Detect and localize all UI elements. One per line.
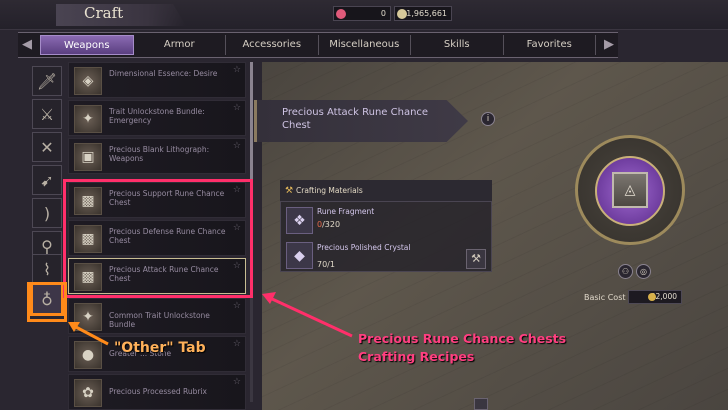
tab-weapons[interactable]: Weapons xyxy=(40,35,134,55)
list-item[interactable]: ✦ Common Trait Unlockstone Bundle ☆ xyxy=(68,298,246,334)
chests-annotation: Precious Rune Chance Chests Crafting Rec… xyxy=(358,331,567,364)
rune-fragment-icon: ❖ xyxy=(286,207,313,234)
page-title: Craft xyxy=(84,4,124,22)
tab-skills[interactable]: Skills xyxy=(411,35,504,55)
silver-coin-icon xyxy=(397,9,407,19)
favorite-star-icon[interactable]: ☆ xyxy=(233,301,241,311)
list-item[interactable]: ▣ Precious Blank Lithograph: Weapons ☆ xyxy=(68,138,246,174)
other-tab-highlight xyxy=(27,282,67,322)
lithograph-icon: ▣ xyxy=(74,143,102,171)
longbow-icon[interactable]: ) xyxy=(32,198,62,228)
favorite-star-icon[interactable]: ☆ xyxy=(233,65,241,75)
tab-miscellaneous[interactable]: Miscellaneous xyxy=(319,35,411,55)
tab-armor[interactable]: Armor xyxy=(134,35,226,55)
gem-icon xyxy=(336,9,346,19)
craft-material-button[interactable]: ⚒ xyxy=(466,249,486,269)
trade-icon[interactable]: ◎ xyxy=(636,264,651,279)
bottom-button[interactable] xyxy=(474,398,488,410)
recipe-title: Precious Attack Rune Chance Chest xyxy=(282,107,429,131)
favorite-star-icon[interactable]: ☆ xyxy=(233,339,241,349)
essence-icon: ◈ xyxy=(74,67,102,95)
chest-recipes-highlight xyxy=(63,179,253,298)
silver-amount: 1,965,661 xyxy=(406,9,447,18)
weapon-type-sidebar: 🗡 ⚔ ✕ ➹ ) ⚲ ⌇ ♁ xyxy=(30,64,66,384)
other-tab-annotation: "Other" Tab xyxy=(114,340,206,356)
bundle-icon: ✦ xyxy=(74,303,102,331)
material-row[interactable]: ◆ Precious Polished Crystal 70/1 xyxy=(280,240,492,274)
cost-label: Basic Cost xyxy=(584,293,626,302)
tab-prev-icon[interactable]: ◀ xyxy=(18,36,36,54)
gem-currency: 0 xyxy=(333,6,391,21)
gem-amount: 0 xyxy=(380,9,386,18)
info-icon[interactable]: i xyxy=(481,112,495,126)
list-item[interactable]: ◈ Dimensional Essence: Desire ☆ xyxy=(68,62,246,98)
list-item[interactable]: ✿ Precious Processed Rubrix ☆ xyxy=(68,374,246,410)
category-tabs: ◀ Weapons Armor Accessories Miscellaneou… xyxy=(18,32,618,58)
favorite-star-icon[interactable]: ☆ xyxy=(233,141,241,151)
material-row[interactable]: ❖ Rune Fragment 0/320 xyxy=(280,204,492,238)
silver-currency: 1,965,661 xyxy=(394,6,452,21)
material-quantity: 0/320 xyxy=(317,220,341,229)
tab-accessories[interactable]: Accessories xyxy=(226,35,319,55)
crossbow-icon[interactable]: ➹ xyxy=(32,165,62,195)
greatsword-icon[interactable]: ⚔ xyxy=(32,99,62,129)
list-scrollbar-thumb[interactable] xyxy=(250,62,253,192)
bind-icon[interactable]: ⚇ xyxy=(618,264,633,279)
rubrix-icon: ✿ xyxy=(74,379,102,407)
silver-coin-icon xyxy=(648,293,656,301)
crossed-blades-icon[interactable]: ✕ xyxy=(32,132,62,162)
favorite-star-icon[interactable]: ☆ xyxy=(233,103,241,113)
tab-favorites[interactable]: Favorites xyxy=(504,35,596,55)
materials-header: Crafting Materials xyxy=(280,180,492,202)
hammer-header-icon: ⚒ xyxy=(285,186,294,196)
crystal-icon: ◆ xyxy=(286,242,313,269)
chest-icon: ◬ xyxy=(612,172,648,208)
favorite-star-icon[interactable]: ☆ xyxy=(233,377,241,387)
bundle-icon: ✦ xyxy=(74,105,102,133)
tab-next-icon[interactable]: ▶ xyxy=(600,36,618,54)
wand-icon[interactable]: ⌇ xyxy=(32,254,62,284)
stone-icon: ● xyxy=(74,341,102,369)
list-item[interactable]: ✦ Trait Unlockstone Bundle: Emergency ☆ xyxy=(68,100,246,136)
dagger-icon[interactable]: 🗡 xyxy=(32,66,62,96)
